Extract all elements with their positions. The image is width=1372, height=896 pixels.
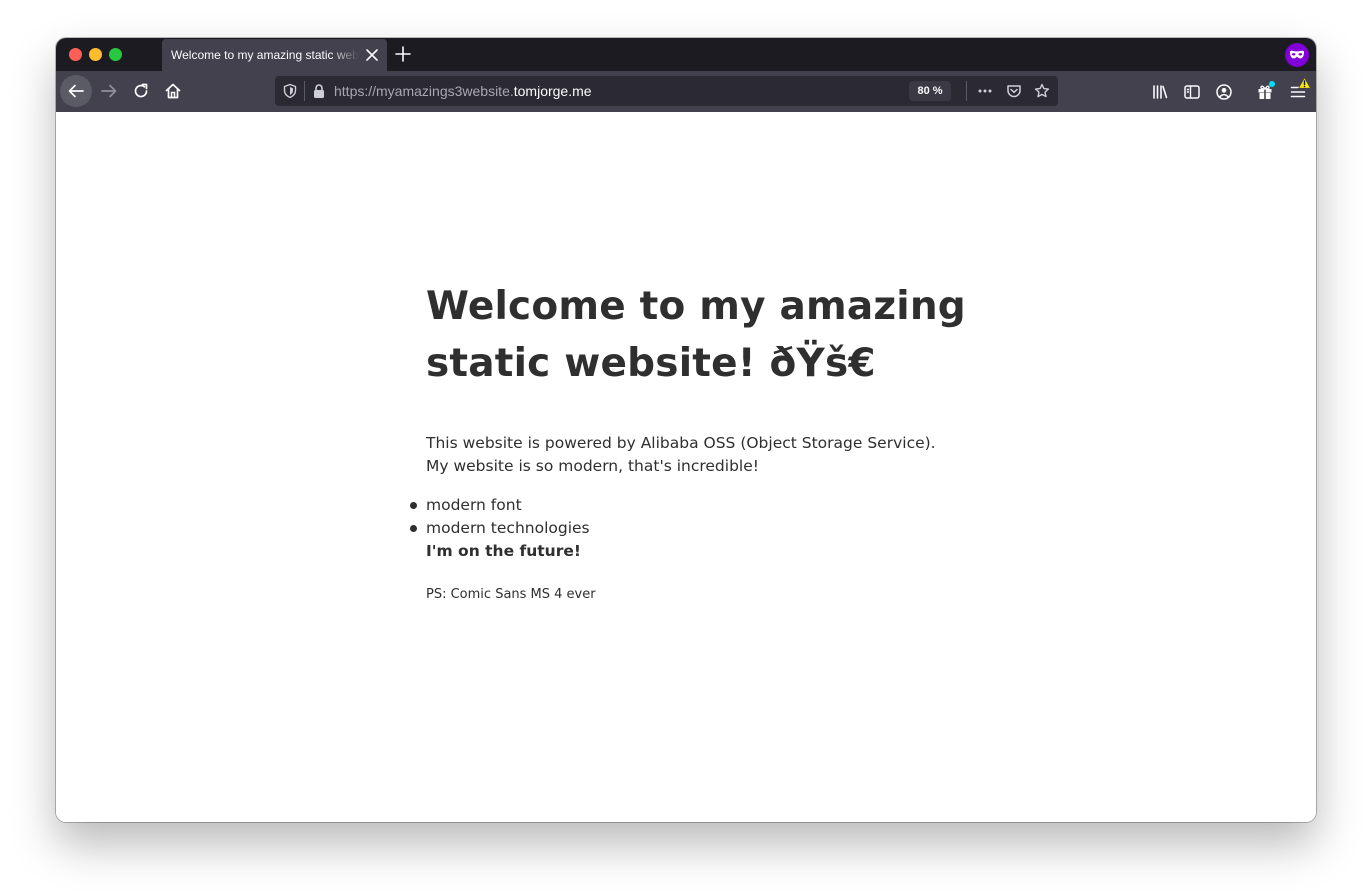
browser-window: Welcome to my amazing static website! ðŸ… — [56, 38, 1316, 822]
notification-dot — [1269, 81, 1275, 87]
tab-title: Welcome to my amazing static website! ðŸ… — [171, 48, 359, 62]
reload-button[interactable] — [125, 75, 157, 107]
bullet-icon — [410, 502, 417, 509]
reload-icon — [134, 83, 148, 98]
postscript-text: PS: Comic Sans MS 4 ever — [426, 587, 596, 602]
intro-text: This website is powered by Alibaba OSS (… — [426, 432, 986, 478]
zoom-level-button[interactable]: 80 % — [909, 81, 951, 101]
page-viewport: Welcome to my amazing static website! ðŸ… — [56, 112, 1316, 822]
url-divider — [966, 81, 967, 101]
pocket-icon[interactable] — [1006, 83, 1022, 99]
home-button[interactable] — [157, 75, 189, 107]
arrow-left-icon — [68, 84, 84, 98]
bullet-icon — [410, 525, 417, 532]
tracking-shield-icon[interactable] — [282, 83, 298, 99]
warning-icon — [1298, 77, 1311, 89]
url-text[interactable]: https://myamazings3website.tomjorge.me — [334, 83, 592, 99]
arrow-right-icon — [101, 84, 117, 98]
list-item: modern technologies — [410, 517, 986, 540]
account-icon[interactable] — [1215, 83, 1233, 101]
zoom-window-button[interactable] — [109, 48, 122, 61]
plus-icon[interactable] — [395, 46, 411, 62]
sidebar-icon[interactable] — [1183, 83, 1201, 101]
tab-active[interactable]: Welcome to my amazing static website! ðŸ… — [162, 39, 387, 71]
close-icon[interactable] — [365, 48, 379, 62]
future-statement: I'm on the future! — [426, 542, 581, 560]
tab-strip: Welcome to my amazing static website! ðŸ… — [56, 38, 1316, 71]
url-bar[interactable]: https://myamazings3website.tomjorge.me 8… — [275, 76, 1058, 106]
url-divider — [304, 81, 305, 101]
lock-icon[interactable] — [311, 83, 327, 99]
list-item-text: modern technologies — [426, 519, 590, 537]
list-item-text: modern font — [426, 496, 522, 514]
home-icon — [165, 83, 181, 99]
page-title: Welcome to my amazing static website! ðŸ… — [426, 284, 966, 386]
library-icon[interactable] — [1151, 83, 1169, 101]
page-body: Welcome to my amazing static website! ðŸ… — [410, 278, 986, 603]
list-item: modern font — [410, 494, 986, 517]
bookmark-star-icon[interactable] — [1034, 83, 1050, 99]
close-window-button[interactable] — [69, 48, 82, 61]
minimize-window-button[interactable] — [89, 48, 102, 61]
url-prefix: https://myamazings3website. — [334, 83, 514, 99]
more-actions-icon[interactable] — [977, 83, 993, 99]
navigation-toolbar: https://myamazings3website.tomjorge.me 8… — [56, 71, 1316, 112]
feature-list: modern font modern technologies — [410, 494, 986, 540]
url-domain: tomjorge.me — [513, 83, 592, 99]
intro-line-2: My website is so modern, that's incredib… — [426, 457, 759, 475]
intro-line-1: This website is powered by Alibaba OSS (… — [426, 434, 936, 452]
private-browsing-icon — [1285, 43, 1309, 67]
forward-button[interactable] — [93, 75, 125, 107]
back-button[interactable] — [60, 75, 92, 107]
